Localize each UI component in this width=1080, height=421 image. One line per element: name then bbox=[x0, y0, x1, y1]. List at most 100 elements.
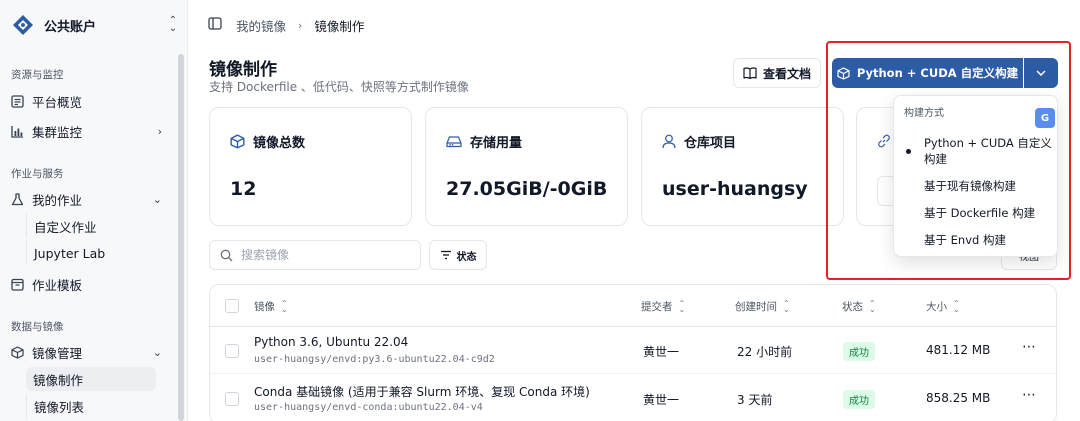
search-box[interactable] bbox=[209, 240, 421, 270]
sidebar-item-jupyter[interactable]: Jupyter Lab bbox=[26, 241, 156, 265]
sidebar-item-my-jobs[interactable]: 我的作业 ⌄ bbox=[10, 187, 170, 211]
menu-title: 构建方式 bbox=[904, 108, 944, 119]
section-resources-monitoring: 资源与监控 bbox=[11, 69, 64, 81]
created-time: 22 小时前 bbox=[737, 345, 793, 359]
status-filter-label: 状态 bbox=[456, 251, 477, 263]
search-input[interactable] bbox=[241, 248, 411, 262]
sidebar-item-image-build[interactable]: 镜像制作 bbox=[26, 367, 156, 391]
dashboard-icon bbox=[10, 94, 24, 108]
section-data-images: 数据与镜像 bbox=[11, 321, 64, 333]
stat-card-repository: 仓库项目 user-huangsy bbox=[641, 107, 844, 226]
breadcrumb: 我的镜像 › 镜像制作 bbox=[188, 0, 1080, 50]
hard-drive-icon bbox=[446, 136, 462, 148]
sidebar-item-custom-job[interactable]: 自定义作业 bbox=[26, 214, 156, 238]
account-name: 公共账户 bbox=[44, 19, 97, 35]
view-docs-button[interactable]: 查看文档 bbox=[733, 58, 821, 88]
build-method-dropdown-toggle[interactable] bbox=[1024, 58, 1058, 88]
status-badge: 成功 bbox=[843, 342, 875, 361]
image-size: 481.12 MB bbox=[926, 343, 991, 357]
menu-item-envd[interactable]: 基于 Envd 构建 bbox=[924, 232, 1054, 248]
table-row[interactable]: Python 3.6, Ubuntu 22.04 user-huangsy/en… bbox=[210, 327, 1056, 374]
cube-icon bbox=[837, 66, 850, 80]
row-checkbox[interactable] bbox=[225, 392, 239, 406]
chevron-updown-icon: ⌃ ⌄ bbox=[168, 15, 178, 34]
column-header-size[interactable]: 大小 ⌃ ⌄ bbox=[926, 299, 960, 314]
menu-item-existing-image[interactable]: 基于现有镜像构建 bbox=[924, 178, 1054, 194]
stat-card-partial bbox=[856, 107, 897, 226]
sidebar-item-image-mgmt[interactable]: 镜像管理 ⌄ bbox=[10, 340, 170, 364]
chevron-down-icon bbox=[1036, 70, 1046, 76]
submitter: 黄世一 bbox=[643, 345, 680, 359]
stat-label: 仓库项目 bbox=[684, 136, 737, 151]
stat-card-storage: 存储用量 27.05GiB/-0GiB bbox=[425, 107, 628, 226]
stat-label: 存储用量 bbox=[470, 136, 523, 151]
chevron-down-icon: ⌄ bbox=[152, 192, 162, 206]
column-header-submitter[interactable]: 提交者 ⌃ ⌄ bbox=[641, 299, 685, 314]
table-row[interactable]: Conda 基础镜像 (适用于兼容 Slurm 环境、复现 Conda 环境) … bbox=[210, 375, 1056, 421]
cube-icon bbox=[10, 345, 24, 359]
more-actions-icon[interactable]: ⋯ bbox=[1022, 339, 1037, 355]
book-icon bbox=[743, 67, 757, 79]
app-logo-icon bbox=[13, 15, 33, 35]
table-header: 镜像 ⌃ ⌄ 提交者 ⌃ ⌄ 创建时间 ⌃ ⌄ 状态 ⌃ ⌄ 大小 ⌃ ⌄ bbox=[210, 285, 1056, 327]
stat-card-image-count: 镜像总数 12 bbox=[209, 107, 412, 226]
sort-icon: ⌃ ⌄ bbox=[678, 298, 686, 314]
primary-button-label: Python + CUDA 自定义构建 bbox=[856, 66, 1019, 80]
user-icon bbox=[662, 134, 676, 149]
row-checkbox[interactable] bbox=[225, 344, 239, 358]
section-jobs-services: 作业与服务 bbox=[11, 168, 64, 180]
chevron-down-icon: ⌄ bbox=[152, 345, 162, 359]
python-cuda-build-button[interactable]: Python + CUDA 自定义构建 bbox=[832, 58, 1023, 88]
more-actions-icon[interactable]: ⋯ bbox=[1022, 387, 1037, 403]
filter-icon bbox=[440, 250, 451, 260]
account-switcher[interactable]: 公共账户 ⌃ ⌄ bbox=[12, 12, 180, 38]
sidebar-item-label: 集群监控 bbox=[32, 124, 83, 140]
breadcrumb-parent[interactable]: 我的镜像 bbox=[236, 16, 286, 35]
column-header-image[interactable]: 镜像 ⌃ ⌄ bbox=[254, 299, 288, 314]
view-docs-label: 查看文档 bbox=[762, 66, 811, 81]
sidebar-item-label: 平台概览 bbox=[32, 94, 83, 110]
select-all-checkbox[interactable] bbox=[225, 299, 239, 313]
sidebar-toggle-icon[interactable] bbox=[208, 16, 222, 34]
sidebar-item-job-templates[interactable]: 作业模板 bbox=[10, 272, 170, 296]
image-path: user-huangsy/envd-conda:ubuntu22.04-v4 bbox=[254, 402, 483, 413]
status-badge: 成功 bbox=[843, 390, 875, 409]
sidebar-item-label: 我的作业 bbox=[32, 192, 83, 208]
chevron-right-icon: › bbox=[157, 124, 162, 138]
stat-label: 镜像总数 bbox=[253, 136, 306, 151]
column-header-created[interactable]: 创建时间 ⌃ ⌄ bbox=[735, 299, 790, 314]
bar-chart-icon bbox=[10, 124, 24, 138]
page-subtitle: 支持 Dockerfile 、低代码、快照等方式制作镜像 bbox=[209, 80, 469, 94]
sidebar: 公共账户 ⌃ ⌄ 资源与监控 平台概览 集群监控 › 作业与服务 我的作业 ⌄ 自… bbox=[0, 0, 188, 421]
cube-icon bbox=[230, 134, 245, 149]
sort-icon: ⌃ ⌄ bbox=[783, 298, 790, 314]
image-path: user-huangsy/envd:py3.6-ubuntu22.04-c9d2 bbox=[254, 354, 495, 365]
status-filter-button[interactable]: 状态 bbox=[429, 240, 487, 270]
link-icon bbox=[878, 134, 890, 148]
chevron-right-icon: › bbox=[298, 18, 303, 32]
selected-indicator-icon bbox=[906, 149, 911, 154]
sidebar-item-overview[interactable]: 平台概览 bbox=[10, 89, 170, 113]
image-name[interactable]: Conda 基础镜像 (适用于兼容 Slurm 环境、复现 Conda 环境) bbox=[254, 383, 590, 400]
sidebar-item-cluster-monitor[interactable]: 集群监控 › bbox=[10, 119, 170, 143]
image-name[interactable]: Python 3.6, Ubuntu 22.04 bbox=[254, 335, 408, 349]
menu-item-dockerfile[interactable]: 基于 Dockerfile 构建 bbox=[924, 205, 1054, 221]
google-translate-icon[interactable]: G bbox=[1035, 108, 1055, 128]
template-icon bbox=[10, 277, 24, 291]
breadcrumb-current: 镜像制作 bbox=[314, 18, 365, 34]
sidebar-item-label: 作业模板 bbox=[32, 277, 83, 293]
stat-value: 12 bbox=[230, 178, 257, 200]
sidebar-item-label: 镜像管理 bbox=[32, 345, 83, 361]
menu-item-python-cuda[interactable]: Python + CUDA 自定义构建 bbox=[924, 135, 1054, 167]
column-header-status[interactable]: 状态 ⌃ ⌄ bbox=[842, 299, 876, 314]
sidebar-scrollbar[interactable] bbox=[178, 54, 184, 421]
stat-value: user-huangsy bbox=[662, 178, 808, 200]
build-method-menu: 构建方式 Python + CUDA 自定义构建 基于现有镜像构建 基于 Doc… bbox=[893, 95, 1058, 257]
stat-value: 27.05GiB/-0GiB bbox=[446, 178, 608, 200]
sort-icon: ⌃ ⌄ bbox=[869, 298, 876, 314]
image-size: 858.25 MB bbox=[926, 391, 991, 405]
sidebar-item-image-list[interactable]: 镜像列表 bbox=[26, 394, 156, 418]
search-icon bbox=[220, 249, 233, 261]
sort-icon: ⌃ ⌄ bbox=[281, 298, 288, 314]
page-title: 镜像制作 bbox=[209, 60, 277, 80]
